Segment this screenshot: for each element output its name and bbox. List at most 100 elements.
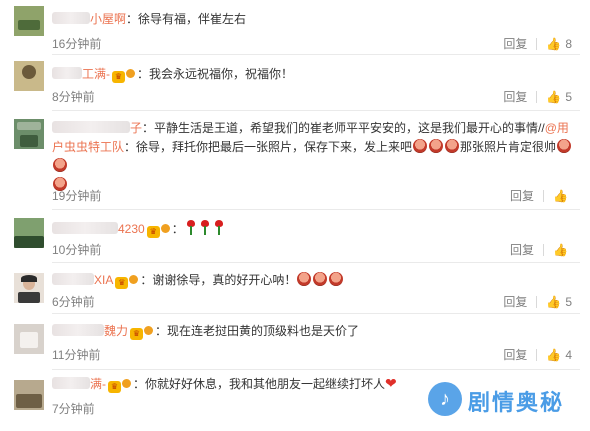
- like-icon[interactable]: 👍: [546, 348, 561, 362]
- action-divider: [536, 348, 538, 361]
- member-badge-icon: ♛: [146, 226, 160, 238]
- avatar[interactable]: [14, 119, 44, 149]
- divider: [52, 262, 580, 263]
- blurred-username: [52, 12, 90, 24]
- timestamp: 19分钟前: [52, 189, 102, 203]
- like-count: 5: [565, 89, 572, 104]
- like-count: 4: [565, 347, 572, 362]
- comment-line: 魏力 ♛ ：现在连老挝田黄的顶级料也是天价了: [52, 322, 580, 340]
- username-link[interactable]: 满-: [90, 377, 106, 391]
- vip-icon: [122, 379, 131, 388]
- like-icon[interactable]: 👍: [553, 243, 568, 257]
- action-divider: [543, 189, 545, 202]
- watermark-text: 剧情奥秘: [468, 390, 565, 415]
- rose-icon: [213, 220, 225, 236]
- emoji-icon: [557, 139, 572, 153]
- divider: [52, 54, 580, 55]
- vip-icon: [129, 275, 139, 284]
- blurred-username: [52, 324, 104, 336]
- comment-text: ：徐导有福，伴崔左右: [126, 12, 247, 26]
- timestamp: 8分钟前: [52, 90, 95, 104]
- timestamp: 16分钟前: [52, 37, 102, 51]
- timestamp: 10分钟前: [52, 243, 102, 257]
- blurred-username: [52, 377, 90, 389]
- blurred-username: [52, 273, 94, 285]
- comment-text-continued: ：徐导，拜托你把最后一张照片，保存下来，发上来吧: [124, 140, 413, 154]
- avatar[interactable]: [14, 61, 44, 91]
- divider: [52, 209, 580, 210]
- blurred-username: [52, 121, 130, 133]
- comment-line: 子：平静生活是王道，希望我们的崔老师平平安安的，这是我们最开心的事情//@用户虫…: [52, 119, 580, 195]
- action-divider: [536, 37, 538, 50]
- action-divider: [543, 243, 545, 256]
- reply-button[interactable]: 回复: [503, 293, 527, 310]
- like-icon[interactable]: 👍: [546, 37, 561, 51]
- vip-icon: [160, 224, 170, 233]
- action-divider: [536, 295, 538, 308]
- comment-text: ：你就好好休息，我和其他朋友一起继续打坏人: [133, 377, 386, 391]
- username-link[interactable]: 工满-: [82, 67, 110, 81]
- like-icon[interactable]: 👍: [546, 295, 561, 309]
- reply-button[interactable]: 回复: [503, 346, 527, 363]
- member-badge-icon: ♛: [112, 71, 125, 83]
- watermark-logo-icon: ♪: [428, 382, 462, 416]
- comment-text: ：: [171, 222, 184, 236]
- reply-button[interactable]: 回复: [503, 35, 527, 52]
- vip-icon: [144, 326, 154, 335]
- comment-text: ：我会永远祝福你，祝福你！: [137, 67, 294, 81]
- avatar[interactable]: [14, 218, 44, 248]
- member-badge-icon: ♛: [108, 381, 121, 393]
- avatar[interactable]: [14, 6, 44, 36]
- emoji-icon: [329, 272, 344, 286]
- emoji-icon: [313, 272, 328, 286]
- comment-text: ：平静生活是王道，希望我们的崔老师平平安安的，这是我们最开心的事情//: [142, 121, 545, 135]
- like-count: 8: [565, 36, 572, 51]
- divider: [52, 313, 580, 314]
- divider: [52, 110, 580, 111]
- emoji-icon: [297, 272, 312, 286]
- comment-text-end: 那张照片肯定很帅: [460, 140, 557, 154]
- like-icon[interactable]: 👍: [546, 90, 561, 104]
- comment-actions: 回复 👍 8: [503, 35, 572, 52]
- blurred-username: [52, 67, 82, 79]
- avatar[interactable]: [14, 380, 44, 410]
- vip-icon: [126, 69, 135, 78]
- reply-button[interactable]: 回复: [503, 88, 527, 105]
- avatar[interactable]: [14, 324, 44, 354]
- reply-button[interactable]: 回复: [510, 241, 534, 258]
- comment-actions: 回复 👍 4: [503, 346, 572, 363]
- comment-actions: 回复 👍: [510, 241, 572, 258]
- comment-text: ：现在连老挝田黄的顶级料也是天价了: [155, 324, 360, 338]
- timestamp: 6分钟前: [52, 295, 95, 309]
- timestamp: 7分钟前: [52, 402, 95, 416]
- divider: [52, 369, 580, 370]
- rose-icon: [185, 220, 197, 236]
- username-link[interactable]: XIA: [94, 273, 113, 287]
- emoji-icon: [413, 139, 428, 153]
- comment-actions: 回复 👍 5: [503, 88, 572, 105]
- rose-icon: [199, 220, 211, 236]
- comment-line: XIA ♛ ：谢谢徐导，真的好开心呐！: [52, 271, 580, 289]
- avatar[interactable]: [14, 273, 44, 303]
- comment-text: ：谢谢徐导，真的好开心呐！: [140, 273, 297, 287]
- username-link[interactable]: 4230: [118, 222, 145, 236]
- heart-icon: ❤: [385, 375, 397, 391]
- like-icon[interactable]: 👍: [553, 189, 568, 203]
- member-badge-icon: ♛: [130, 328, 144, 340]
- username-link[interactable]: 子: [130, 121, 142, 135]
- reply-button[interactable]: 回复: [510, 187, 534, 204]
- action-divider: [536, 90, 538, 103]
- comment-actions: 回复 👍 5: [503, 293, 572, 310]
- username-link[interactable]: 魏力: [104, 324, 128, 338]
- blurred-username: [52, 222, 118, 234]
- emoji-icon: [429, 139, 444, 153]
- like-count: 5: [565, 294, 572, 309]
- watermark: ♪ 剧情奥秘: [428, 380, 586, 418]
- timestamp: 11分钟前: [52, 348, 101, 362]
- username-link[interactable]: 小屋啊: [90, 12, 126, 26]
- comment-actions: 回复 👍: [510, 187, 572, 204]
- comment-line: 4230 ♛ ：: [52, 220, 580, 238]
- emoji-icon: [445, 139, 460, 153]
- comment-line: 小屋啊：徐导有福，伴崔左右: [52, 10, 580, 28]
- comment-line: 工满- ♛ ：我会永远祝福你，祝福你！: [52, 65, 580, 83]
